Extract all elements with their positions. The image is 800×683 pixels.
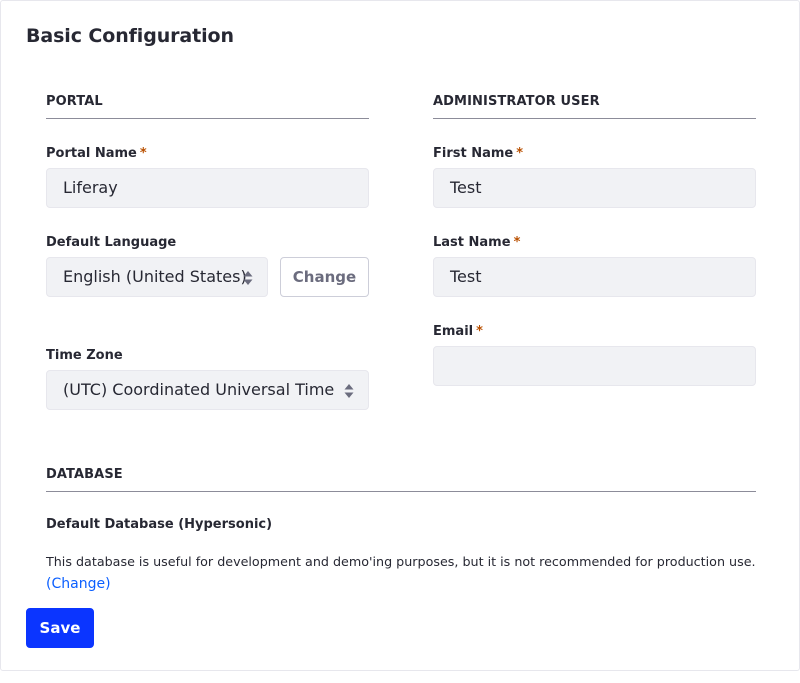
portal-section-title: PORTAL: [46, 94, 103, 109]
time-zone-select[interactable]: (UTC) Coordinated Universal Time: [46, 370, 369, 410]
email-label-text: Email: [433, 324, 474, 339]
time-zone-value: (UTC) Coordinated Universal Time: [63, 380, 335, 399]
configuration-card: Basic Configuration PORTAL Portal Name * …: [0, 0, 800, 671]
database-section-divider: [46, 491, 756, 492]
required-marker: *: [516, 146, 524, 161]
default-language-value: English (United States): [63, 267, 247, 286]
save-button[interactable]: Save: [26, 608, 94, 648]
required-marker: *: [476, 324, 483, 339]
email-input[interactable]: [433, 346, 756, 386]
page-title: Basic Configuration: [26, 25, 234, 47]
time-zone-label: Time Zone: [46, 348, 123, 363]
first-name-label-text: First Name: [433, 146, 514, 161]
database-description: This database is useful for development …: [46, 554, 756, 569]
last-name-label: Last Name *: [433, 235, 520, 250]
required-marker: *: [139, 146, 147, 161]
portal-name-value: Liferay: [63, 178, 118, 197]
last-name-input[interactable]: Test: [433, 257, 756, 297]
first-name-input[interactable]: Test: [433, 168, 756, 208]
admin-section-divider: [433, 118, 756, 119]
default-language-select[interactable]: English (United States): [46, 257, 268, 297]
change-database-link[interactable]: (Change): [46, 576, 111, 592]
admin-section-title: ADMINISTRATOR USER: [433, 94, 600, 109]
portal-name-label-text: Portal Name: [46, 146, 137, 161]
last-name-value: Test: [450, 267, 482, 286]
first-name-label: First Name *: [433, 146, 523, 161]
select-arrows-icon: [243, 271, 253, 285]
change-language-button[interactable]: Change: [280, 257, 369, 297]
first-name-value: Test: [450, 178, 482, 197]
database-section-title: DATABASE: [46, 467, 123, 482]
required-marker: *: [513, 235, 521, 250]
email-label: Email *: [433, 324, 483, 339]
last-name-label-text: Last Name: [433, 235, 511, 250]
portal-name-input[interactable]: Liferay: [46, 168, 369, 208]
portal-name-label: Portal Name *: [46, 146, 147, 161]
default-language-label: Default Language: [46, 235, 177, 250]
database-title: Default Database (Hypersonic): [46, 517, 273, 532]
select-arrows-icon: [344, 384, 354, 398]
portal-section-divider: [46, 118, 369, 119]
